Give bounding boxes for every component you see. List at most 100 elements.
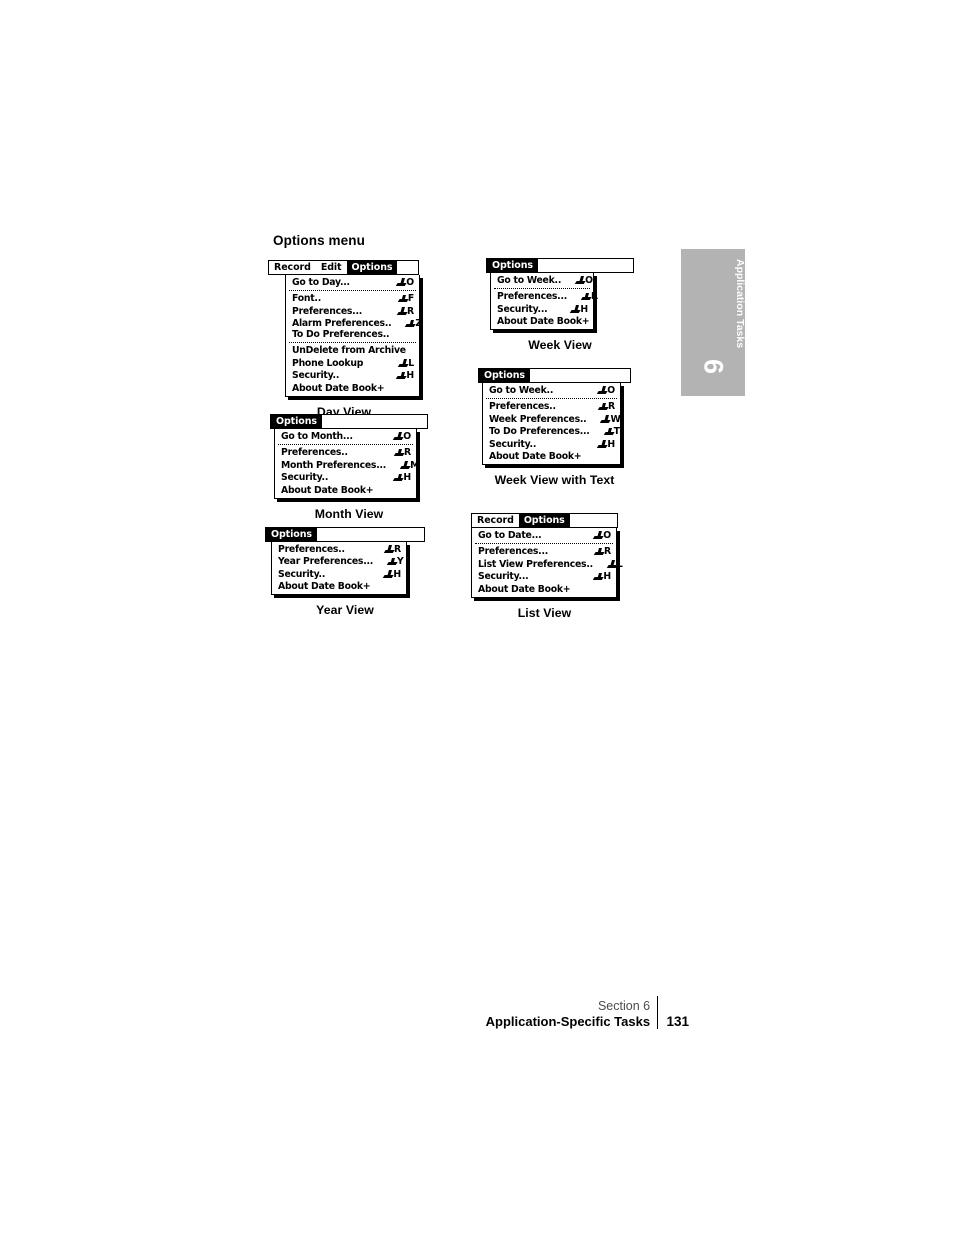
menu-item-label: Security... <box>497 303 548 315</box>
menu-item[interactable]: Go to Month... O <box>275 430 416 443</box>
command-stroke-icon <box>398 359 407 367</box>
menubar-item-options[interactable]: Options <box>346 261 398 274</box>
menu-item[interactable]: About Date Book+ <box>272 581 406 594</box>
menu-item[interactable]: About Date Book+ <box>491 316 593 329</box>
menu-item-shortcut: R <box>598 402 615 412</box>
menu-item[interactable]: Preferences... R <box>472 545 616 558</box>
menu-item[interactable]: UnDelete from Archive <box>286 344 419 357</box>
menu-item[interactable]: Font.. F <box>286 292 419 305</box>
menu-item[interactable]: About Date Book+ <box>483 451 620 464</box>
menu-item[interactable]: Phone Lookup L <box>286 357 419 370</box>
menu-item[interactable]: Go to Week.. O <box>483 384 620 397</box>
command-stroke-icon <box>598 403 607 411</box>
menu-item[interactable]: Security.. H <box>275 472 416 485</box>
shortcut-key: O <box>406 276 414 288</box>
command-stroke-icon <box>393 474 402 482</box>
menubar-item-options[interactable]: Options <box>271 415 322 428</box>
menu-item-label: Go to Month... <box>281 430 353 442</box>
menubar-item-record[interactable]: Record <box>472 514 519 527</box>
menubar-item-options[interactable]: Options <box>487 259 538 272</box>
menu-item-shortcut: O <box>575 275 593 285</box>
shortcut-key: H <box>406 370 414 382</box>
section-side-tab: Application Tasks 6 <box>681 249 746 396</box>
menubar: Options <box>270 414 428 429</box>
menu-item-label: Phone Lookup <box>292 357 364 369</box>
menubar-item-record[interactable]: Record <box>269 261 316 274</box>
menu-item[interactable]: To Do Preferences... T <box>483 426 620 439</box>
menu-item[interactable]: Security.. H <box>272 568 406 581</box>
menu-item-label: Go to Day... <box>292 276 350 288</box>
command-stroke-icon <box>393 432 402 440</box>
figure-caption-month-view: Month View <box>314 506 384 521</box>
menu-item-label: Preferences.. <box>489 401 556 413</box>
shortcut-key: R <box>604 546 611 558</box>
page-footer: Section 6 Application-Specific Tasks 131 <box>486 996 689 1030</box>
menubar-item-options[interactable]: Options <box>479 369 530 382</box>
menu-item[interactable]: Alarm Preferences.. Z <box>286 318 422 331</box>
menu-item[interactable]: About Date Book+ <box>286 382 419 395</box>
menu-figure-year-view: Options Preferences.. R Year Preferences...… <box>265 527 425 617</box>
menubar-item-edit[interactable]: Edit <box>316 261 347 274</box>
figure-caption-week-view-with-text: Week View with Text <box>494 473 615 488</box>
menu-item-label: Month Preferences... <box>281 459 387 471</box>
menu-item[interactable]: About Date Book+ <box>472 583 616 596</box>
menu-item-label: Year Preferences... <box>278 556 374 568</box>
menu-item[interactable]: Month Preferences... M <box>275 459 419 472</box>
shortcut-key: Z <box>415 318 422 330</box>
page-title: Options menu <box>273 233 365 248</box>
menu-item-shortcut: H <box>570 303 588 315</box>
command-stroke-icon <box>594 548 603 556</box>
menu-item[interactable]: Year Preferences... Y <box>272 556 406 569</box>
dropdown-menu: Go to Month... O Preferences.. R Month Prefe… <box>274 429 419 499</box>
menu-item[interactable]: Week Preferences.. W <box>483 413 621 426</box>
shortcut-key: H <box>580 303 588 315</box>
shortcut-key: W <box>610 413 621 425</box>
footer-section-label: Section 6 <box>597 999 651 1013</box>
menubar: Options <box>265 527 425 542</box>
menu-item[interactable]: Preferences... R <box>286 305 419 318</box>
menu-item-label: Go to Week.. <box>497 274 562 286</box>
menu-item-shortcut: R <box>594 546 611 558</box>
menu-item[interactable]: List View Preferences.. L <box>472 558 623 571</box>
menu-item[interactable]: Security... H <box>472 571 616 584</box>
menu-item[interactable]: Preferences.. R <box>483 400 620 413</box>
command-stroke-icon <box>405 320 414 328</box>
menu-item-label: About Date Book+ <box>281 484 374 496</box>
menu-item-label: Preferences.. <box>281 447 348 459</box>
menu-item[interactable]: Go to Week.. O <box>491 274 593 287</box>
command-stroke-icon <box>570 305 579 313</box>
shortcut-key: R <box>591 291 598 303</box>
menu-item[interactable]: Go to Day... O <box>286 276 419 289</box>
command-stroke-icon <box>597 440 606 448</box>
menubar-item-options[interactable]: Options <box>266 528 317 541</box>
menubar-item-options[interactable]: Options <box>518 514 570 527</box>
menu-item-label: About Date Book+ <box>478 583 571 595</box>
command-stroke-icon <box>607 560 616 568</box>
menu-item-shortcut: R <box>394 447 411 459</box>
menu-item-shortcut: F <box>398 294 414 304</box>
shortcut-key: H <box>607 438 615 450</box>
dropdown-menu: Go to Date... O Preferences... R List View P… <box>471 528 623 598</box>
menu-item[interactable]: Preferences.. R <box>275 446 416 459</box>
menu-item-label: List View Preferences.. <box>478 558 593 570</box>
menu-item-label: To Do Preferences.. <box>292 330 390 340</box>
command-stroke-icon <box>604 428 613 436</box>
menu-item-label: Go to Date... <box>478 529 542 541</box>
menu-item-shortcut: H <box>396 370 414 382</box>
menu-item[interactable]: Preferences.. R <box>272 543 406 556</box>
menu-item-shortcut: R <box>397 306 414 316</box>
shortcut-key: H <box>403 472 411 484</box>
menu-item-shortcut: H <box>593 572 611 582</box>
menubar: Record Edit Options <box>268 260 419 275</box>
menu-item[interactable]: Preferences... R <box>491 290 598 303</box>
command-stroke-icon <box>600 415 609 423</box>
menu-item[interactable]: Security.. H <box>286 370 419 383</box>
menu-item[interactable]: Go to Date... O <box>472 529 616 542</box>
menu-item[interactable]: About Date Book+ <box>275 484 416 497</box>
menu-item[interactable]: Security... H <box>491 303 593 316</box>
menu-figure-day-view: Record Edit Options Go to Day... O Font.. F Pre… <box>268 260 423 419</box>
shortcut-key: R <box>404 447 411 459</box>
dropdown-menu: Preferences.. R Year Preferences... Y Securi… <box>271 542 407 596</box>
menu-item[interactable]: To Do Preferences.. <box>286 330 419 340</box>
menu-item[interactable]: Security.. H <box>483 438 620 451</box>
